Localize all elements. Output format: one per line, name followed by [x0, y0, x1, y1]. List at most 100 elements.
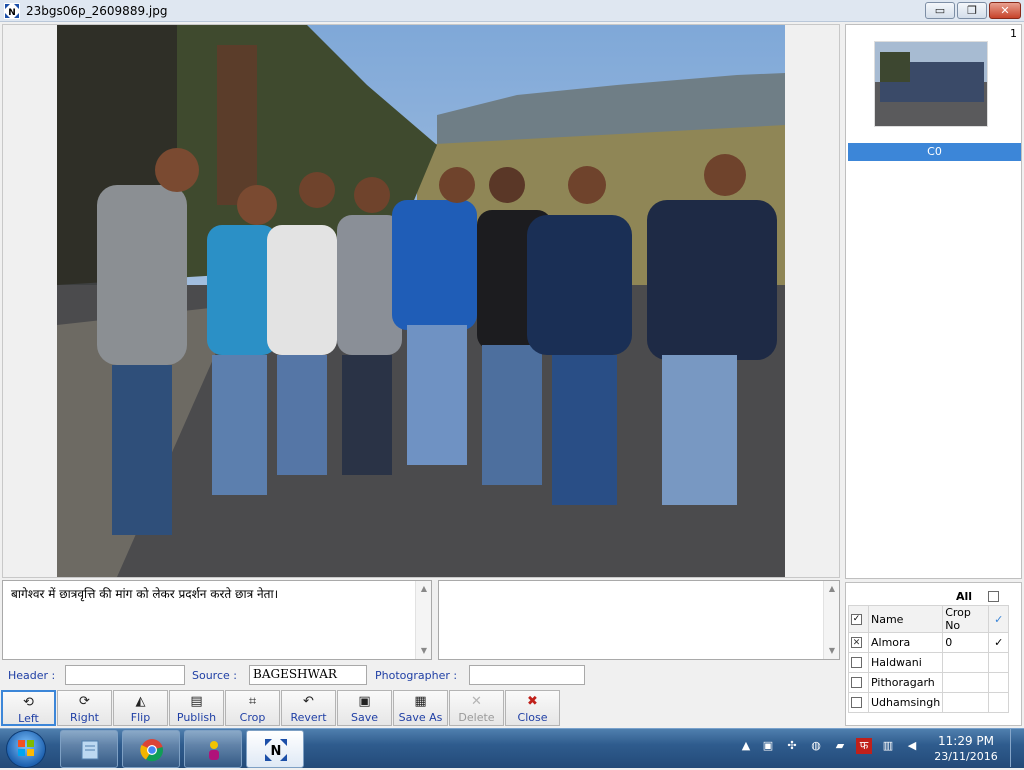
svg-text:N: N	[8, 8, 16, 18]
row-checkbox[interactable]: ✕	[851, 637, 862, 648]
crop-number[interactable]: 0	[942, 632, 990, 653]
chrome-icon	[140, 739, 164, 762]
column-header-name[interactable]: Name	[867, 605, 944, 633]
revert-icon: ↶	[303, 694, 314, 709]
show-desktop-button[interactable]	[1010, 729, 1022, 767]
row-checkbox[interactable]	[851, 657, 862, 668]
user-app-icon	[209, 741, 219, 760]
table-row[interactable]: Udhamsingh	[848, 692, 1010, 713]
svg-text:N: N	[271, 744, 282, 759]
select-all-checkbox[interactable]	[988, 591, 999, 602]
table-row[interactable]: Haldwani	[848, 652, 1010, 673]
thumbnail-count: 1	[1010, 27, 1017, 40]
column-header-crop[interactable]: Crop No	[942, 605, 990, 633]
revert-button[interactable]: ↶ Revert	[281, 690, 336, 726]
all-label: All	[956, 590, 973, 603]
minimize-button[interactable]: ▭	[925, 2, 955, 19]
scroll-down-icon[interactable]: ▼	[824, 644, 840, 658]
mark-cell	[988, 652, 1010, 673]
edition-name: Udhamsingh	[867, 692, 944, 713]
crop-number[interactable]	[942, 652, 990, 673]
taskbar-editor-app[interactable]: N	[246, 730, 304, 768]
scroll-up-icon[interactable]: ▲	[824, 582, 840, 596]
crop-button[interactable]: ⌗ Crop	[225, 690, 280, 726]
notepad-icon	[81, 740, 99, 760]
row-checkbox[interactable]	[851, 677, 862, 688]
header-input[interactable]	[65, 665, 185, 685]
app-icon: N	[4, 3, 20, 19]
scroll-up-icon[interactable]: ▲	[416, 582, 432, 596]
maximize-button[interactable]: ❐	[957, 2, 987, 19]
delete-button[interactable]: ✕ Delete	[449, 690, 504, 726]
taskbar-chrome[interactable]	[122, 730, 180, 768]
scroll-down-icon[interactable]: ▼	[416, 644, 432, 658]
clock-date[interactable]: 23/11/2016	[930, 750, 1002, 763]
start-button[interactable]	[6, 730, 46, 768]
tray-volume-icon[interactable]: ◀	[904, 738, 920, 754]
edition-list: All ✓ Name Crop No ✓ ✕ Almora 0 ✓ Haldwa…	[845, 582, 1022, 726]
rotate-left-icon: ⟲	[23, 695, 34, 710]
tray-network-icon[interactable]: ▥	[880, 738, 896, 754]
crop-icon: ⌗	[248, 694, 257, 709]
editor-app-icon: N	[265, 739, 287, 761]
publish-icon: ▤	[190, 694, 203, 709]
secondary-textarea[interactable]: ▲ ▼	[438, 580, 840, 660]
caption-textarea[interactable]: बागेश्वर में छात्रवृत्ति की मांग को लेकर…	[2, 580, 432, 660]
tray-language-icon[interactable]: फ	[856, 738, 872, 754]
save-as-icon: ▦	[414, 694, 427, 709]
edition-name: Haldwani	[867, 652, 944, 673]
windows-logo-icon	[18, 740, 34, 756]
tray-device-icon[interactable]: ▣	[760, 738, 776, 754]
table-row[interactable]: Pithoragarh	[848, 672, 1010, 693]
taskbar-notepad[interactable]	[60, 730, 118, 768]
thumbnail-panel: 1 C0	[845, 24, 1022, 579]
photographer-input[interactable]	[469, 665, 585, 685]
close-button[interactable]: ✖ Close	[505, 690, 560, 726]
rotate-left-button[interactable]: ⟲ Left	[1, 690, 56, 726]
crop-number[interactable]	[942, 692, 990, 713]
table-row[interactable]: ✕ Almora 0 ✓	[848, 632, 1010, 653]
rotate-right-button[interactable]: ⟳ Right	[57, 690, 112, 726]
caption-text: बागेश्वर में छात्रवृत्ति की मांग को लेकर…	[11, 587, 279, 601]
tray-editor-icon[interactable]: ✣	[784, 738, 800, 754]
edition-table: ✓ Name Crop No ✓ ✕ Almora 0 ✓ Haldwani P…	[848, 605, 1010, 713]
crop-number[interactable]	[942, 672, 990, 693]
mark-cell: ✓	[988, 632, 1010, 653]
mark-cell	[988, 692, 1010, 713]
header-checkbox[interactable]: ✓	[851, 613, 862, 625]
edition-name: Pithoragarh	[867, 672, 944, 693]
rotate-right-icon: ⟳	[79, 694, 90, 709]
header-checkbox-cell: ✓	[848, 605, 869, 633]
tray-expand-icon[interactable]: ▲	[738, 738, 754, 754]
publish-button[interactable]: ▤ Publish	[169, 690, 224, 726]
table-header-row: ✓ Name Crop No ✓	[848, 605, 1010, 633]
taskbar-user-app[interactable]	[184, 730, 242, 768]
window-title: 23bgs06p_2609889.jpg	[26, 4, 168, 18]
title-bar: N 23bgs06p_2609889.jpg ▭ ❐ ✕	[0, 0, 1024, 22]
tray-globe-icon[interactable]: ◍	[808, 738, 824, 754]
thumbnail-caption[interactable]: C0	[848, 143, 1021, 161]
column-header-mark[interactable]: ✓	[988, 605, 1010, 633]
delete-icon: ✕	[471, 694, 482, 709]
close-icon: ✖	[527, 694, 538, 709]
save-button[interactable]: ▣ Save	[337, 690, 392, 726]
row-checkbox[interactable]	[851, 697, 862, 708]
main-photo[interactable]	[57, 25, 785, 577]
source-label: Source :	[192, 669, 237, 682]
photographer-label: Photographer :	[375, 669, 458, 682]
save-as-button[interactable]: ▦ Save As	[393, 690, 448, 726]
secondary-scrollbar[interactable]: ▲ ▼	[823, 581, 839, 659]
caption-scrollbar[interactable]: ▲ ▼	[415, 581, 431, 659]
source-input[interactable]: BAGESHWAR	[249, 665, 367, 685]
edition-name: Almora	[867, 632, 944, 653]
photo-thumbnail[interactable]	[874, 41, 988, 127]
header-label: Header :	[8, 669, 56, 682]
taskbar: N ▲ ▣ ✣ ◍ ▰ फ ▥ ◀	[0, 728, 1024, 768]
clock-time[interactable]: 11:29 PM	[936, 734, 996, 748]
tray-app-icon[interactable]: ▰	[832, 738, 848, 754]
save-icon: ▣	[358, 694, 371, 709]
flip-button[interactable]: ◭ Flip	[113, 690, 168, 726]
flip-icon: ◭	[135, 694, 146, 709]
close-window-button[interactable]: ✕	[989, 2, 1021, 19]
mark-cell	[988, 672, 1010, 693]
